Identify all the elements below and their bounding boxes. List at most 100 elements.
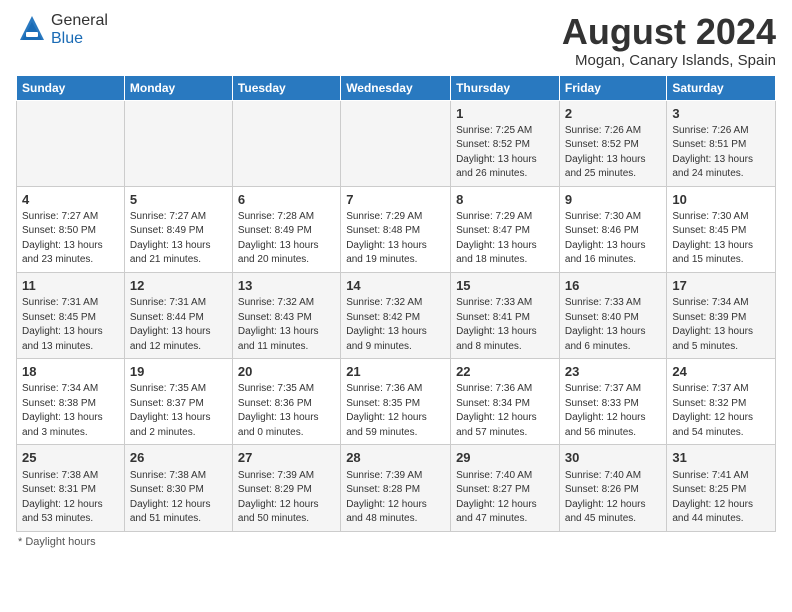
day-num-3: 3 — [672, 105, 770, 123]
title-area: August 2024 Mogan, Canary Islands, Spain — [562, 12, 776, 69]
day-num-5: 5 — [130, 191, 227, 209]
cell-w3-d6: 16Sunrise: 7:33 AM Sunset: 8:40 PM Dayli… — [559, 272, 666, 358]
header-saturday: Saturday — [667, 75, 776, 100]
day-num-9: 9 — [565, 191, 661, 209]
week-row-4: 18Sunrise: 7:34 AM Sunset: 8:38 PM Dayli… — [17, 359, 776, 445]
day-num-19: 19 — [130, 363, 227, 381]
week-row-3: 11Sunrise: 7:31 AM Sunset: 8:45 PM Dayli… — [17, 272, 776, 358]
day-info-14: Sunrise: 7:32 AM Sunset: 8:42 PM Dayligh… — [346, 296, 445, 354]
day-num-2: 2 — [565, 105, 661, 123]
day-num-30: 30 — [565, 449, 661, 467]
cell-w5-d3: 27 Sunrise: 7:39 AM Sunset: 8:29 PM Dayli… — [232, 445, 340, 531]
week-row-1: 1Sunrise: 7:25 AM Sunset: 8:52 PM Daylig… — [17, 100, 776, 186]
cell-w4-d5: 22Sunrise: 7:36 AM Sunset: 8:34 PM Dayli… — [451, 359, 560, 445]
day-info-25: Sunrise: 7:38 AM Sunset: 8:31 PM Dayligh… — [22, 469, 119, 527]
day-num-21: 21 — [346, 363, 445, 381]
cell-w3-d3: 13Sunrise: 7:32 AM Sunset: 8:43 PM Dayli… — [232, 272, 340, 358]
footer-note: * Daylight hours — [16, 536, 776, 548]
cell-w3-d4: 14Sunrise: 7:32 AM Sunset: 8:42 PM Dayli… — [341, 272, 451, 358]
day-info-3: Sunrise: 7:26 AM Sunset: 8:51 PM Dayligh… — [672, 124, 770, 182]
day-info-1: Sunrise: 7:25 AM Sunset: 8:52 PM Dayligh… — [456, 124, 554, 182]
day-info-13: Sunrise: 7:32 AM Sunset: 8:43 PM Dayligh… — [238, 296, 335, 354]
calendar-header: Sunday Monday Tuesday Wednesday Thursday… — [17, 75, 776, 100]
header-sunday: Sunday — [17, 75, 125, 100]
day-num-27: 27 — [238, 449, 335, 467]
cell-w5-d2: 26 Sunrise: 7:38 AM Sunset: 8:30 PM Dayli… — [124, 445, 232, 531]
cell-w2-d5: 8Sunrise: 7:29 AM Sunset: 8:47 PM Daylig… — [451, 186, 560, 272]
cell-w1-d5: 1Sunrise: 7:25 AM Sunset: 8:52 PM Daylig… — [451, 100, 560, 186]
header-friday: Friday — [559, 75, 666, 100]
day-info-29: Sunrise: 7:40 AM Sunset: 8:27 PM Dayligh… — [456, 469, 554, 527]
day-info-4: Sunrise: 7:27 AM Sunset: 8:50 PM Dayligh… — [22, 210, 119, 268]
location: Mogan, Canary Islands, Spain — [562, 52, 776, 69]
cell-w3-d7: 17Sunrise: 7:34 AM Sunset: 8:39 PM Dayli… — [667, 272, 776, 358]
cell-w2-d2: 5Sunrise: 7:27 AM Sunset: 8:49 PM Daylig… — [124, 186, 232, 272]
cell-w5-d4: 28Sunrise: 7:39 AM Sunset: 8:28 PM Dayli… — [341, 445, 451, 531]
header-wednesday: Wednesday — [341, 75, 451, 100]
day-num-20: 20 — [238, 363, 335, 381]
day-num-15: 15 — [456, 277, 554, 295]
day-num-23: 23 — [565, 363, 661, 381]
day-info-21: Sunrise: 7:36 AM Sunset: 8:35 PM Dayligh… — [346, 382, 445, 440]
logo-text: General Blue — [51, 12, 108, 48]
day-info-7: Sunrise: 7:29 AM Sunset: 8:48 PM Dayligh… — [346, 210, 445, 268]
day-info-22: Sunrise: 7:36 AM Sunset: 8:34 PM Dayligh… — [456, 382, 554, 440]
day-info-2: Sunrise: 7:26 AM Sunset: 8:52 PM Dayligh… — [565, 124, 661, 182]
cell-w1-d3 — [232, 100, 340, 186]
day-num-17: 17 — [672, 277, 770, 295]
day-info-9: Sunrise: 7:30 AM Sunset: 8:46 PM Dayligh… — [565, 210, 661, 268]
cell-w1-d7: 3Sunrise: 7:26 AM Sunset: 8:51 PM Daylig… — [667, 100, 776, 186]
cell-w4-d1: 18Sunrise: 7:34 AM Sunset: 8:38 PM Dayli… — [17, 359, 125, 445]
cell-w4-d2: 19Sunrise: 7:35 AM Sunset: 8:37 PM Dayli… — [124, 359, 232, 445]
cell-w5-d6: 30Sunrise: 7:40 AM Sunset: 8:26 PM Dayli… — [559, 445, 666, 531]
cell-w5-d7: 31Sunrise: 7:41 AM Sunset: 8:25 PM Dayli… — [667, 445, 776, 531]
footer-text: Daylight hours — [25, 536, 95, 548]
day-info-23: Sunrise: 7:37 AM Sunset: 8:33 PM Dayligh… — [565, 382, 661, 440]
day-num-29: 29 — [456, 449, 554, 467]
day-info-17: Sunrise: 7:34 AM Sunset: 8:39 PM Dayligh… — [672, 296, 770, 354]
day-num-26: 26 — [130, 449, 227, 467]
day-num-7: 7 — [346, 191, 445, 209]
day-num-24: 24 — [672, 363, 770, 381]
day-num-22: 22 — [456, 363, 554, 381]
day-info-19: Sunrise: 7:35 AM Sunset: 8:37 PM Dayligh… — [130, 382, 227, 440]
page: General Blue August 2024 Mogan, Canary I… — [0, 0, 792, 560]
cell-w5-d5: 29 Sunrise: 7:40 AM Sunset: 8:27 PM Dayli… — [451, 445, 560, 531]
day-info-24: Sunrise: 7:37 AM Sunset: 8:32 PM Dayligh… — [672, 382, 770, 440]
logo-icon — [16, 14, 48, 46]
day-info-5: Sunrise: 7:27 AM Sunset: 8:49 PM Dayligh… — [130, 210, 227, 268]
day-info-15: Sunrise: 7:33 AM Sunset: 8:41 PM Dayligh… — [456, 296, 554, 354]
cell-w1-d6: 2Sunrise: 7:26 AM Sunset: 8:52 PM Daylig… — [559, 100, 666, 186]
cell-w2-d7: 10Sunrise: 7:30 AM Sunset: 8:45 PM Dayli… — [667, 186, 776, 272]
cell-w1-d2 — [124, 100, 232, 186]
day-num-18: 18 — [22, 363, 119, 381]
day-num-12: 12 — [130, 277, 227, 295]
day-info-27: Sunrise: 7:39 AM Sunset: 8:29 PM Dayligh… — [238, 469, 335, 527]
header-row: Sunday Monday Tuesday Wednesday Thursday… — [17, 75, 776, 100]
day-info-6: Sunrise: 7:28 AM Sunset: 8:49 PM Dayligh… — [238, 210, 335, 268]
logo: General Blue — [16, 12, 108, 48]
day-info-8: Sunrise: 7:29 AM Sunset: 8:47 PM Dayligh… — [456, 210, 554, 268]
cell-w4-d3: 20Sunrise: 7:35 AM Sunset: 8:36 PM Dayli… — [232, 359, 340, 445]
header-monday: Monday — [124, 75, 232, 100]
day-info-26: Sunrise: 7:38 AM Sunset: 8:30 PM Dayligh… — [130, 469, 227, 527]
day-num-16: 16 — [565, 277, 661, 295]
cell-w2-d6: 9Sunrise: 7:30 AM Sunset: 8:46 PM Daylig… — [559, 186, 666, 272]
cell-w3-d2: 12Sunrise: 7:31 AM Sunset: 8:44 PM Dayli… — [124, 272, 232, 358]
day-info-31: Sunrise: 7:41 AM Sunset: 8:25 PM Dayligh… — [672, 469, 770, 527]
calendar-body: 1Sunrise: 7:25 AM Sunset: 8:52 PM Daylig… — [17, 100, 776, 531]
week-row-5: 25Sunrise: 7:38 AM Sunset: 8:31 PM Dayli… — [17, 445, 776, 531]
header: General Blue August 2024 Mogan, Canary I… — [16, 12, 776, 69]
day-info-10: Sunrise: 7:30 AM Sunset: 8:45 PM Dayligh… — [672, 210, 770, 268]
cell-w2-d1: 4Sunrise: 7:27 AM Sunset: 8:50 PM Daylig… — [17, 186, 125, 272]
cell-w2-d4: 7Sunrise: 7:29 AM Sunset: 8:48 PM Daylig… — [341, 186, 451, 272]
day-num-8: 8 — [456, 191, 554, 209]
cell-w1-d1 — [17, 100, 125, 186]
cell-w3-d1: 11Sunrise: 7:31 AM Sunset: 8:45 PM Dayli… — [17, 272, 125, 358]
header-tuesday: Tuesday — [232, 75, 340, 100]
logo-general: General — [51, 12, 108, 29]
cell-w4-d6: 23Sunrise: 7:37 AM Sunset: 8:33 PM Dayli… — [559, 359, 666, 445]
cell-w5-d1: 25Sunrise: 7:38 AM Sunset: 8:31 PM Dayli… — [17, 445, 125, 531]
cell-w1-d4 — [341, 100, 451, 186]
day-num-28: 28 — [346, 449, 445, 467]
